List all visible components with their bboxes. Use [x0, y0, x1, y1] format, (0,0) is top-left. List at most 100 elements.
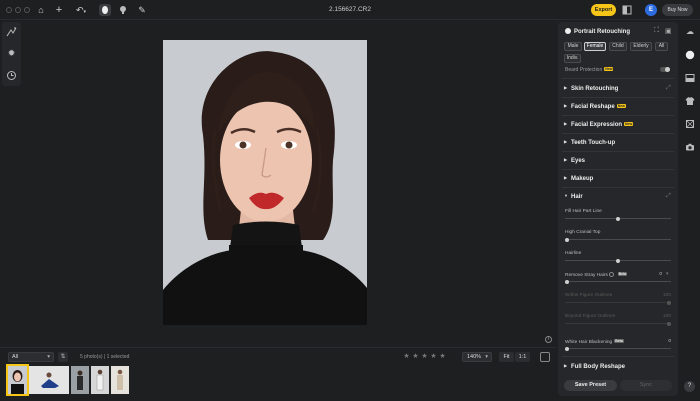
- thumbnail-4[interactable]: [91, 366, 109, 394]
- slider-handle[interactable]: [616, 258, 620, 263]
- individual-pill[interactable]: Indiv.: [564, 54, 581, 63]
- portrait-mode-icon[interactable]: [99, 4, 111, 16]
- caret-right-icon: ▶: [564, 121, 568, 126]
- window-close-button[interactable]: [6, 7, 12, 13]
- export-button[interactable]: Export: [591, 4, 616, 16]
- white-hair-blackening-value: 0: [668, 339, 671, 344]
- title-bar: ⌂ + ↶▾ ✎ 2.156627.CR2 Export E Buy Now: [0, 0, 700, 20]
- save-preset-button[interactable]: Save Preset: [564, 380, 617, 391]
- actual-size-button[interactable]: 1:1: [515, 352, 530, 362]
- divider: [562, 187, 674, 188]
- portrait-retouch-icon[interactable]: [685, 50, 695, 60]
- beyond-figure-outlines-slider[interactable]: [565, 321, 671, 326]
- left-tool-rail: ✹: [2, 22, 21, 86]
- toggle-panel-icon[interactable]: [540, 352, 550, 362]
- crop-icon[interactable]: [685, 119, 695, 129]
- section-facial-reshape[interactable]: ▶ Facial Reshape New: [564, 103, 626, 110]
- new-badge: New: [604, 67, 614, 71]
- background-tool-icon[interactable]: [117, 4, 129, 16]
- thumbnail-3[interactable]: [71, 366, 89, 394]
- reset-icon[interactable]: ⤢: [666, 85, 671, 92]
- buy-now-button[interactable]: Buy Now: [662, 4, 693, 16]
- high-cranial-top-slider[interactable]: [565, 237, 671, 242]
- divider: [562, 78, 674, 79]
- star-icon[interactable]: ★: [420, 352, 429, 360]
- zoom-select[interactable]: 140% ▾: [462, 352, 492, 362]
- within-figure-outlines-slider[interactable]: [565, 300, 671, 305]
- gender-child-pill[interactable]: Child: [609, 42, 627, 51]
- section-makeup[interactable]: ▶ Makeup: [564, 175, 593, 182]
- history-icon[interactable]: [5, 69, 18, 82]
- section-eyes[interactable]: ▶ Eyes: [564, 157, 585, 164]
- section-skin-retouching[interactable]: ▶ Skin Retouching: [564, 85, 618, 92]
- cloud-icon[interactable]: ☁: [685, 27, 695, 37]
- gender-elderly-pill[interactable]: Elderly: [630, 42, 652, 51]
- divider: [562, 97, 674, 98]
- info-icon[interactable]: i: [545, 336, 552, 343]
- star-icon[interactable]: ★: [402, 352, 411, 360]
- photo-canvas[interactable]: [163, 40, 367, 325]
- section-full-body-reshape[interactable]: ▶ Full Body Reshape: [564, 363, 625, 370]
- star-icon[interactable]: ★: [429, 352, 438, 360]
- adjustments-sun-icon[interactable]: ✹: [5, 47, 18, 60]
- beard-protection-toggle[interactable]: [660, 67, 670, 72]
- section-facial-expression[interactable]: ▶ Facial Expression New: [564, 121, 634, 128]
- hairline-label: Hairline: [565, 251, 582, 256]
- hairline-slider[interactable]: [565, 258, 671, 263]
- new-badge: New: [616, 104, 626, 108]
- photo-filter-select[interactable]: All ▾: [8, 352, 54, 362]
- window-minimize-button[interactable]: [15, 7, 21, 13]
- auto-enhance-icon[interactable]: [5, 25, 18, 38]
- divider: [562, 115, 674, 116]
- thumbnail-1[interactable]: [6, 364, 29, 396]
- undo-icon[interactable]: ↶▾: [73, 4, 89, 16]
- more-options-icon[interactable]: ▣: [665, 27, 672, 35]
- sync-button[interactable]: Sync: [620, 380, 672, 391]
- thumbnail-5[interactable]: [111, 366, 129, 394]
- caret-down-icon: ▼: [564, 193, 568, 198]
- add-icon[interactable]: +: [53, 4, 65, 16]
- user-avatar[interactable]: E: [645, 4, 657, 16]
- beta-badge: Beta: [614, 339, 624, 343]
- slider-handle[interactable]: [667, 300, 671, 305]
- slider-handle[interactable]: [616, 216, 620, 221]
- background-icon[interactable]: [685, 73, 695, 83]
- brush-icon[interactable]: ✎: [136, 4, 148, 16]
- clothing-icon[interactable]: [685, 96, 695, 106]
- zoom-value: 140%: [467, 354, 482, 360]
- info-icon[interactable]: [609, 272, 615, 277]
- gender-male-pill[interactable]: Male: [564, 42, 582, 51]
- caret-right-icon: ▶: [564, 157, 568, 162]
- reset-icon[interactable]: ⤢: [666, 193, 671, 200]
- slider-handle[interactable]: [565, 279, 569, 284]
- fill-hair-part-line-slider[interactable]: [565, 216, 671, 221]
- fit-button[interactable]: Fit: [499, 352, 514, 362]
- expand-icon[interactable]: ⛶: [654, 27, 659, 35]
- home-icon[interactable]: ⌂: [35, 4, 47, 16]
- camera-icon[interactable]: [685, 142, 695, 152]
- section-hair[interactable]: ▼ Hair: [564, 193, 583, 200]
- beyond-figure-outlines-value: 100: [662, 314, 671, 319]
- star-icon[interactable]: ★: [411, 352, 420, 360]
- within-figure-outlines-label: Within Figure Outlines: [565, 293, 613, 298]
- sort-button[interactable]: ⇅: [58, 352, 68, 362]
- slider-handle[interactable]: [667, 321, 671, 326]
- slider-handle[interactable]: [565, 237, 569, 242]
- star-icon[interactable]: ★: [438, 352, 447, 360]
- white-hair-blackening-slider[interactable]: [565, 346, 671, 351]
- gender-all-pill[interactable]: All: [655, 42, 668, 51]
- section-teeth-touch-up[interactable]: ▶ Teeth Touch-up: [564, 139, 615, 146]
- gender-female-pill[interactable]: Female: [584, 42, 606, 51]
- thumbnail-2[interactable]: [29, 366, 69, 394]
- portrait-icon: [565, 28, 571, 34]
- remove-stray-hairs-value: 0: [659, 272, 662, 277]
- caret-right-icon: ▶: [564, 139, 568, 144]
- rating-stars: ★ ★ ★ ★ ★: [402, 352, 447, 360]
- window-zoom-button[interactable]: [24, 7, 30, 13]
- slider-handle[interactable]: [565, 346, 569, 351]
- help-button[interactable]: ?: [684, 381, 695, 392]
- chevron-down-icon[interactable]: ▾: [666, 271, 669, 277]
- remove-stray-hairs-label: Remove Stray Hairs Beta: [565, 272, 628, 278]
- remove-stray-hairs-slider[interactable]: [565, 279, 671, 284]
- preview-icon[interactable]: [621, 4, 633, 16]
